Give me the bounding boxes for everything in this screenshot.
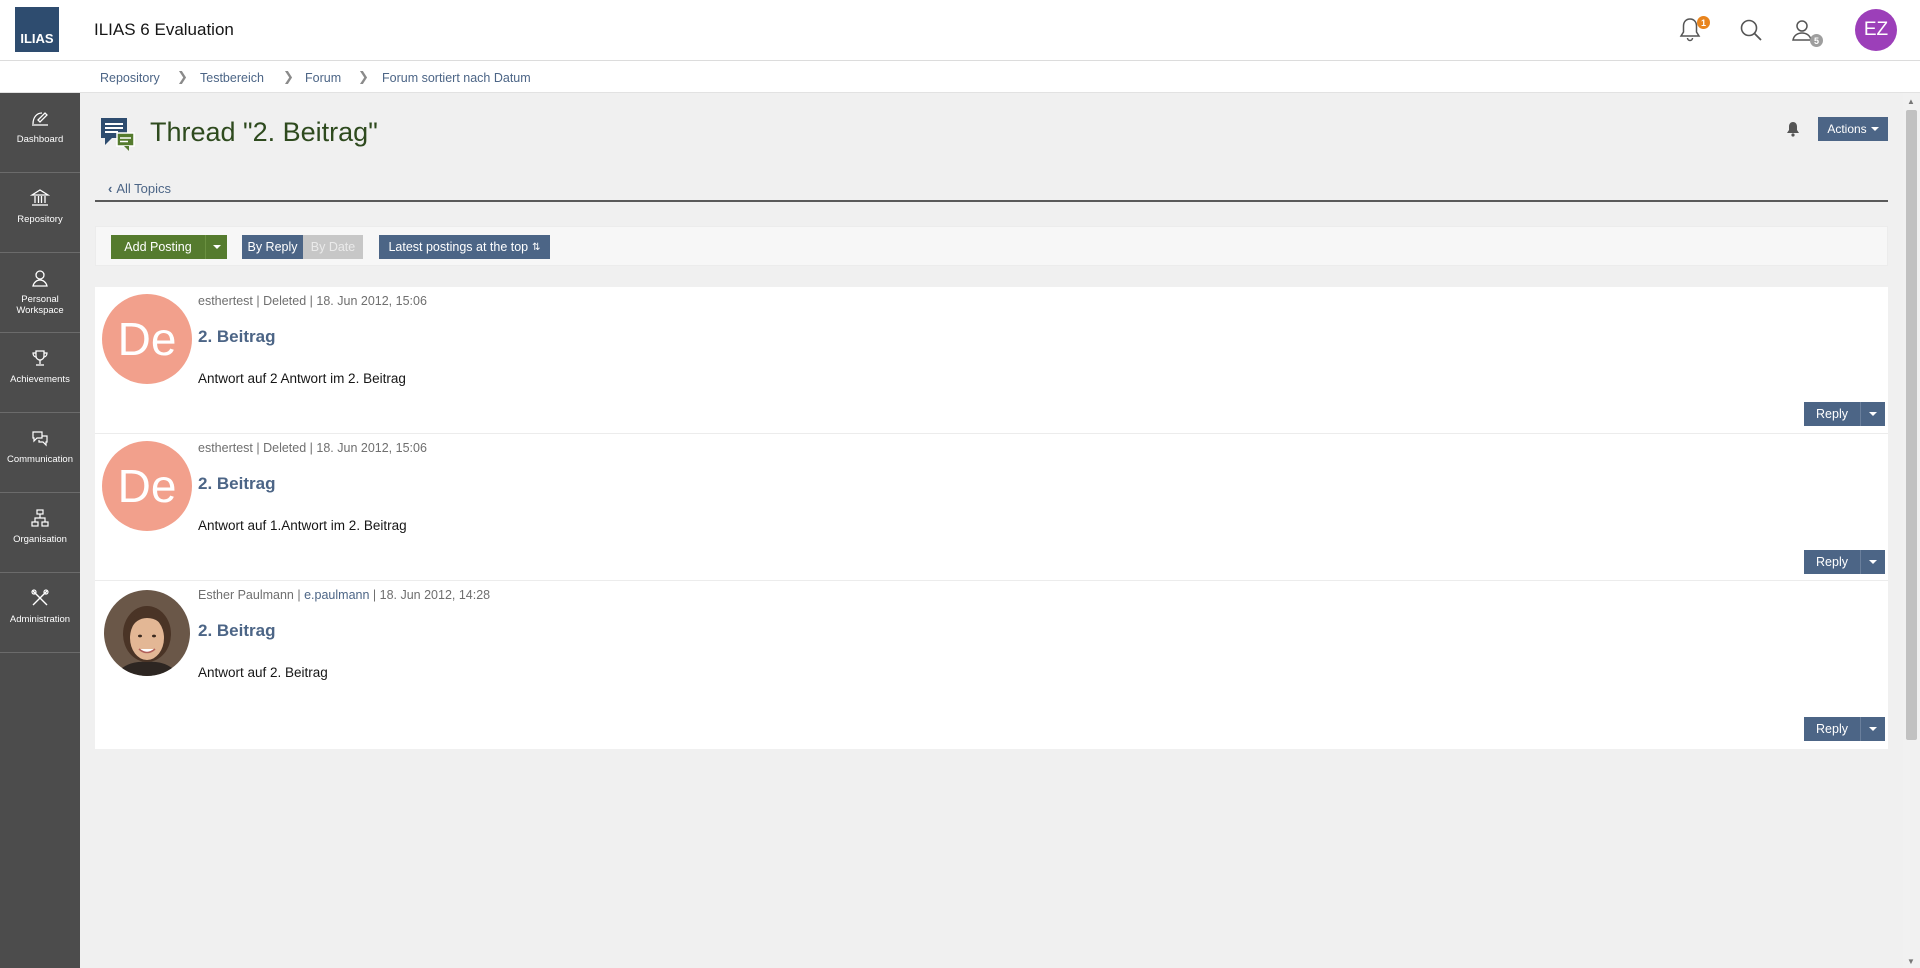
app-title: ILIAS 6 Evaluation — [94, 20, 234, 39]
post-meta: esthertest | Deleted | 18. Jun 2012, 15:… — [198, 294, 427, 308]
repository-icon — [29, 187, 51, 209]
dashboard-icon — [29, 107, 51, 129]
org-chart-icon — [29, 507, 51, 529]
chevron-right-icon: ❯ — [177, 69, 188, 84]
actions-dropdown-button[interactable]: Actions — [1818, 117, 1888, 141]
sidebar-item-achievements[interactable]: Achievements — [0, 333, 80, 413]
caret-down-icon — [212, 245, 221, 249]
contacts-badge: 5 — [1810, 34, 1823, 47]
post-author: esthertest — [198, 441, 253, 455]
sidebar-item-organisation[interactable]: Organisation — [0, 493, 80, 573]
post-status: Deleted — [263, 294, 307, 308]
add-posting-button[interactable]: Add Posting — [111, 235, 205, 259]
sidebar-item-label: Administration — [9, 614, 71, 625]
chat-icon — [29, 427, 51, 449]
sidebar-item-label: Dashboard — [16, 134, 64, 145]
page-title: Thread "2. Beitrag" — [150, 117, 378, 147]
chevron-right-icon: ❯ — [358, 69, 369, 84]
ilias-logo[interactable]: ILIAS — [15, 7, 59, 52]
user-avatar-button[interactable]: EZ — [1855, 9, 1897, 51]
sidebar-item-dashboard[interactable]: Dashboard — [0, 93, 80, 173]
main-sidebar: Dashboard Repository Personal Workspace … — [0, 93, 80, 968]
forum-thread-icon — [100, 116, 136, 157]
tools-icon — [29, 587, 51, 609]
add-posting-dropdown[interactable] — [205, 235, 227, 259]
breadcrumb: Repository ❯ Testbereich ❯ Forum ❯ Forum… — [0, 61, 1920, 93]
post-title[interactable]: 2. Beitrag — [198, 474, 275, 494]
sidebar-item-communication[interactable]: Communication — [0, 413, 80, 493]
post-author: Esther Paulmann — [198, 588, 294, 602]
chevron-left-icon: ‹ — [108, 181, 113, 196]
reply-button[interactable]: Reply — [1804, 402, 1860, 426]
tab-divider — [95, 200, 1888, 202]
caret-down-icon — [1870, 127, 1879, 131]
breadcrumb-current[interactable]: Forum sortiert nach Datum — [382, 71, 531, 85]
post-item: Esther Paulmann | e.paulmann | 18. Jun 2… — [95, 581, 1888, 749]
scroll-up-arrow-icon[interactable]: ▲ — [1907, 97, 1915, 106]
breadcrumb-repository[interactable]: Repository — [100, 71, 160, 85]
posts-list: De esthertest | Deleted | 18. Jun 2012, … — [95, 287, 1888, 749]
actions-label: Actions — [1827, 122, 1867, 136]
breadcrumb-testbereich[interactable]: Testbereich — [200, 71, 264, 85]
sort-icon: ⇅ — [532, 241, 541, 253]
top-bar: ILIAS ILIAS 6 Evaluation 1 5 EZ — [0, 0, 1920, 61]
page-scrollbar[interactable]: ▲ ▼ — [1903, 93, 1920, 968]
post-date: 18. Jun 2012, 14:28 — [379, 588, 491, 602]
reply-button[interactable]: Reply — [1804, 550, 1860, 574]
post-item: De esthertest | Deleted | 18. Jun 2012, … — [95, 434, 1888, 581]
forum-toolbar: Add Posting By Reply By Date Latest post… — [95, 226, 1888, 266]
breadcrumb-forum[interactable]: Forum — [305, 71, 341, 85]
all-topics-link[interactable]: ‹ All Topics — [108, 181, 171, 196]
sidebar-item-personal-workspace[interactable]: Personal Workspace — [0, 253, 80, 333]
post-avatar: De — [102, 441, 192, 531]
caret-down-icon — [1869, 412, 1877, 416]
post-date: 18. Jun 2012, 15:06 — [316, 294, 427, 308]
sidebar-item-label: Communication — [7, 454, 73, 465]
post-title[interactable]: 2. Beitrag — [198, 621, 275, 641]
scrollbar-thumb[interactable] — [1906, 110, 1917, 740]
post-item: De esthertest | Deleted | 18. Jun 2012, … — [95, 287, 1888, 434]
post-text: Antwort auf 1.Antwort im 2. Beitrag — [198, 518, 407, 533]
sidebar-item-repository[interactable]: Repository — [0, 173, 80, 253]
search-icon — [1740, 19, 1762, 41]
latest-at-top-label: Latest postings at the top — [388, 240, 529, 254]
sort-by-date-button[interactable]: By Date — [303, 235, 363, 259]
sidebar-item-label: Personal Workspace — [16, 294, 64, 316]
sidebar-item-label: Repository — [17, 214, 63, 225]
reply-dropdown[interactable] — [1860, 550, 1885, 574]
sort-by-reply-button[interactable]: By Reply — [242, 235, 303, 259]
trophy-icon — [29, 347, 51, 369]
all-topics-label: All Topics — [116, 181, 172, 196]
notifications-button[interactable]: 1 — [1670, 12, 1710, 48]
chevron-right-icon: ❯ — [283, 69, 294, 84]
reply-button[interactable]: Reply — [1804, 717, 1860, 741]
post-avatar: De — [102, 294, 192, 384]
caret-down-icon — [1869, 727, 1877, 731]
sidebar-item-administration[interactable]: Administration — [0, 573, 80, 653]
post-date: 18. Jun 2012, 15:06 — [316, 441, 427, 455]
person-icon — [29, 267, 51, 289]
caret-down-icon — [1869, 560, 1877, 564]
user-photo-avatar — [104, 590, 190, 676]
latest-at-top-button[interactable]: Latest postings at the top ⇅ — [379, 235, 550, 259]
post-status: Deleted — [263, 441, 307, 455]
post-meta: Esther Paulmann | e.paulmann | 18. Jun 2… — [198, 588, 491, 602]
post-author: esthertest — [198, 294, 253, 308]
post-meta: esthertest | Deleted | 18. Jun 2012, 15:… — [198, 441, 427, 455]
sidebar-item-label: Organisation — [13, 534, 67, 545]
notification-badge: 1 — [1697, 16, 1710, 29]
sidebar-item-label: Achievements — [10, 374, 70, 385]
notification-toggle-icon[interactable] — [1786, 121, 1800, 142]
reply-dropdown[interactable] — [1860, 717, 1885, 741]
post-text: Antwort auf 2 Antwort im 2. Beitrag — [198, 371, 406, 386]
post-author-login-link[interactable]: e.paulmann — [304, 588, 369, 602]
search-button[interactable] — [1731, 12, 1771, 48]
contacts-button[interactable]: 5 — [1784, 12, 1824, 48]
post-text: Antwort auf 2. Beitrag — [198, 665, 328, 680]
scroll-down-arrow-icon[interactable]: ▼ — [1907, 957, 1915, 966]
reply-dropdown[interactable] — [1860, 402, 1885, 426]
post-title[interactable]: 2. Beitrag — [198, 327, 275, 347]
